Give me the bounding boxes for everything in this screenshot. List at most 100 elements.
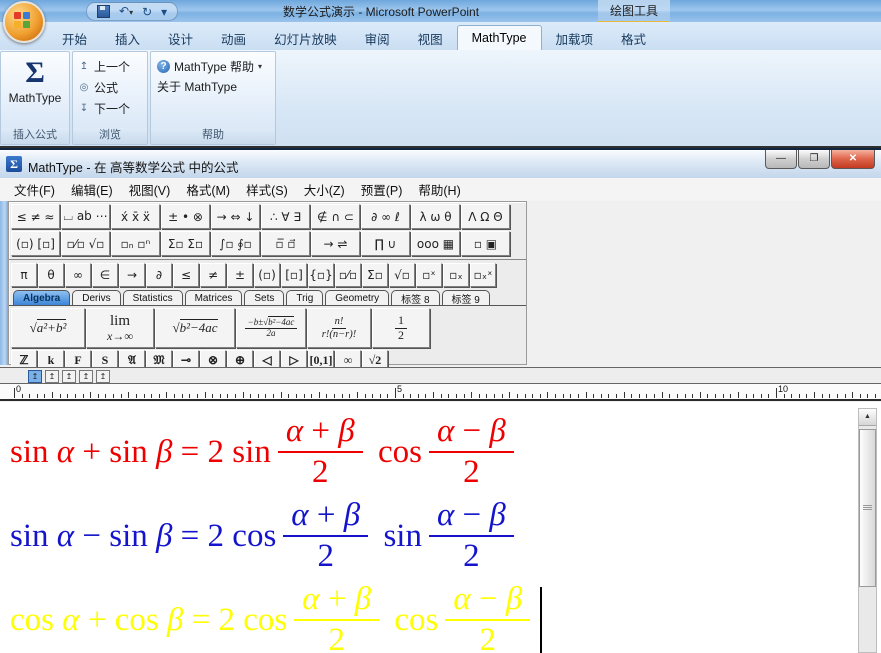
menu-编辑[interactable]: 编辑(E) bbox=[63, 180, 121, 199]
menu-帮助[interactable]: 帮助(H) bbox=[410, 180, 468, 199]
template-limit[interactable]: limx→∞ bbox=[86, 308, 154, 348]
small-symbol-12[interactable]: {▫} bbox=[308, 263, 334, 287]
small-symbol-10[interactable]: (▫) bbox=[254, 263, 280, 287]
template-palette-3[interactable]: ▫ₙ ▫ⁿ bbox=[111, 231, 160, 256]
palette-tab-Matrices[interactable]: Matrices bbox=[185, 290, 243, 305]
menu-预置[interactable]: 预置(P) bbox=[353, 180, 411, 199]
redo-icon[interactable]: ↻ bbox=[142, 6, 152, 18]
palette-tab-Derivs[interactable]: Derivs bbox=[72, 290, 120, 305]
ribbon-tab-插入[interactable]: 插入 bbox=[101, 26, 154, 50]
ribbon-tab-MathType[interactable]: MathType bbox=[457, 25, 542, 50]
equation-button[interactable]: ◎公式 bbox=[79, 77, 118, 98]
text-cursor bbox=[540, 587, 542, 653]
maximize-button[interactable]: ❐ bbox=[798, 150, 830, 169]
palette-tab-Algebra[interactable]: Algebra bbox=[13, 290, 70, 305]
mathtype-help-button[interactable]: ? MathType 帮助 ▾ bbox=[157, 56, 262, 76]
symbol-palette-3[interactable]: x́ x̄ ẍ bbox=[111, 204, 160, 229]
mathtype-insert-button[interactable]: Σ MathType bbox=[3, 56, 68, 106]
menu-文件[interactable]: 文件(F) bbox=[6, 180, 63, 199]
tabstop-button-4[interactable]: ↥ bbox=[79, 370, 93, 383]
tabstop-button-1[interactable]: ↥ bbox=[28, 370, 42, 383]
small-symbol-4[interactable]: ∈ bbox=[92, 263, 118, 287]
symbol-palette-8[interactable]: ∂ ∞ ℓ bbox=[361, 204, 410, 229]
ribbon-tab-格式[interactable]: 格式 bbox=[607, 26, 660, 50]
symbol-palette-10[interactable]: Λ Ω Θ bbox=[461, 204, 510, 229]
palette-tab-Sets[interactable]: Sets bbox=[244, 290, 284, 305]
symbol-palette-5[interactable]: → ⇔ ↓ bbox=[211, 204, 260, 229]
ribbon-tab-审阅[interactable]: 审阅 bbox=[351, 26, 404, 50]
ribbon-group-insert-equation: Σ MathType 插入公式 bbox=[0, 51, 70, 145]
palette-tab-标签 9[interactable]: 标签 9 bbox=[442, 290, 490, 305]
small-symbol-9[interactable]: ± bbox=[227, 263, 253, 287]
small-symbol-11[interactable]: [▫] bbox=[281, 263, 307, 287]
ribbon-tab-动画[interactable]: 动画 bbox=[207, 26, 260, 50]
save-icon[interactable] bbox=[97, 5, 110, 18]
tabstop-button-5[interactable]: ↥ bbox=[96, 370, 110, 383]
template-palette-1[interactable]: (▫) [▫] bbox=[11, 231, 60, 256]
template-sqrt-a2b2[interactable]: √a²+b² bbox=[11, 308, 85, 348]
small-symbol-13[interactable]: ▫⁄▫ bbox=[335, 263, 361, 287]
ribbon-tab-开始[interactable]: 开始 bbox=[48, 26, 101, 50]
tabstop-button-3[interactable]: ↥ bbox=[62, 370, 76, 383]
template-palette-9[interactable]: ooo ▦ bbox=[411, 231, 460, 256]
template-palette-10[interactable]: ▫ ▣ bbox=[461, 231, 510, 256]
numerator: α + β bbox=[283, 497, 368, 537]
office-button[interactable] bbox=[3, 1, 45, 43]
template-palette-7[interactable]: → ⇌ bbox=[311, 231, 360, 256]
palette-tab-Trig[interactable]: Trig bbox=[286, 290, 323, 305]
palette-tab-Statistics[interactable]: Statistics bbox=[123, 290, 183, 305]
qat-customize-icon[interactable]: ▾ bbox=[161, 6, 167, 18]
next-equation-button[interactable]: ↧下一个 bbox=[79, 98, 130, 119]
menu-大小[interactable]: 大小(Z) bbox=[296, 180, 353, 199]
small-symbol-6[interactable]: ∂ bbox=[146, 263, 172, 287]
vertical-scrollbar[interactable]: ▲ bbox=[858, 408, 877, 653]
template-palette-5[interactable]: ∫▫ ∮▫ bbox=[211, 231, 260, 256]
ribbon-tab-视图[interactable]: 视图 bbox=[404, 26, 457, 50]
palette-tab-Geometry[interactable]: Geometry bbox=[325, 290, 389, 305]
symbol-palette-4[interactable]: ± • ⊗ bbox=[161, 204, 210, 229]
small-symbol-17[interactable]: ▫ₓ bbox=[443, 263, 469, 287]
symbol-palette-7[interactable]: ∉ ∩ ⊂ bbox=[311, 204, 360, 229]
about-mathtype-button[interactable]: 关于 MathType bbox=[157, 76, 237, 96]
small-symbol-18[interactable]: ▫ₓˣ bbox=[470, 263, 496, 287]
small-symbol-5[interactable]: → bbox=[119, 263, 145, 287]
menu-格式[interactable]: 格式(M) bbox=[178, 180, 238, 199]
template-binomial[interactable]: n!r!(n−r)! bbox=[307, 308, 371, 348]
template-palette-4[interactable]: Σ▫ Σ▫ bbox=[161, 231, 210, 256]
ribbon-tab-设计[interactable]: 设计 bbox=[154, 26, 207, 50]
template-one-half[interactable]: 12 bbox=[372, 308, 430, 348]
denominator: 2 bbox=[317, 537, 334, 575]
palette-tab-标签 8[interactable]: 标签 8 bbox=[391, 290, 439, 305]
menu-样式[interactable]: 样式(S) bbox=[238, 180, 296, 199]
template-palette-6[interactable]: ▫̅ ▫⃗ bbox=[261, 231, 310, 256]
minimize-button[interactable]: — bbox=[765, 150, 797, 169]
symbol-palette-2[interactable]: ⌴ ab ⋯ bbox=[61, 204, 110, 229]
small-symbol-3[interactable]: ∞ bbox=[65, 263, 91, 287]
small-symbol-1[interactable]: π bbox=[11, 263, 37, 287]
small-symbol-16[interactable]: ▫ˣ bbox=[416, 263, 442, 287]
ribbon-tab-加载项[interactable]: 加载项 bbox=[542, 26, 608, 50]
tabstop-button-2[interactable]: ↥ bbox=[45, 370, 59, 383]
symbol-palette-1[interactable]: ≤ ≠ ≈ bbox=[11, 204, 60, 229]
small-symbol-7[interactable]: ≤ bbox=[173, 263, 199, 287]
close-button[interactable]: ✕ bbox=[831, 150, 875, 169]
menu-视图[interactable]: 视图(V) bbox=[121, 180, 179, 199]
undo-icon[interactable]: ↶▾ bbox=[119, 5, 133, 19]
small-symbol-8[interactable]: ≠ bbox=[200, 263, 226, 287]
scroll-up-icon[interactable]: ▲ bbox=[859, 409, 876, 426]
symbol-palette-9[interactable]: λ ω θ bbox=[411, 204, 460, 229]
template-palette-2[interactable]: ▫⁄▫ √▫ bbox=[61, 231, 110, 256]
previous-equation-button[interactable]: ↥上一个 bbox=[79, 56, 130, 77]
equation-editing-area[interactable]: ▲ sin α + sin β = 2 sinα + β2 cosα − β2s… bbox=[0, 402, 881, 653]
template-sqrt-discriminant[interactable]: √b²−4ac bbox=[155, 308, 235, 348]
small-symbol-2[interactable]: θ bbox=[38, 263, 64, 287]
small-symbol-15[interactable]: √▫ bbox=[389, 263, 415, 287]
ribbon-tab-幻灯片放映[interactable]: 幻灯片放映 bbox=[260, 26, 351, 50]
template-quadratic-formula[interactable]: −b±√b²−4ac2a bbox=[236, 308, 306, 348]
drawing-tools-context-tab[interactable]: 绘图工具 bbox=[598, 0, 670, 24]
symbol-palette-6[interactable]: ∴ ∀ ∃ bbox=[261, 204, 310, 229]
small-symbol-14[interactable]: Σ▫ bbox=[362, 263, 388, 287]
ruler[interactable]: 0510 bbox=[0, 383, 881, 401]
template-palette-8[interactable]: ∏ ∪ bbox=[361, 231, 410, 256]
scrollbar-thumb[interactable] bbox=[859, 429, 876, 587]
